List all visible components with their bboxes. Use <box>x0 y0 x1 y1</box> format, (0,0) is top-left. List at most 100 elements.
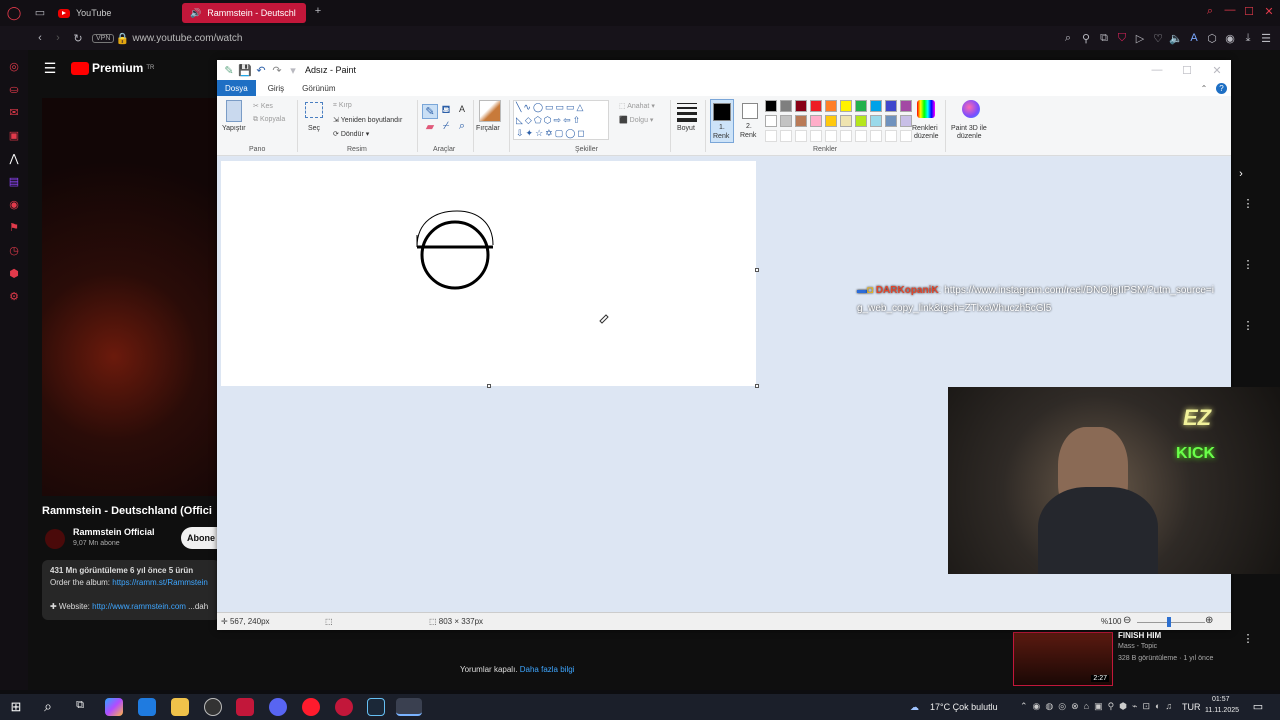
palette-swatch[interactable] <box>765 100 777 112</box>
brushes-button[interactable]: Fırçalar <box>476 125 500 132</box>
profile-icon[interactable]: ◉ <box>1222 32 1238 45</box>
zoom-slider-thumb[interactable] <box>1167 617 1171 627</box>
more-vert-icon[interactable]: ⋮ <box>1240 258 1256 271</box>
more-info-link[interactable]: Daha fazla bilgi <box>520 665 575 674</box>
palette-swatch[interactable] <box>900 115 912 127</box>
select-icon[interactable] <box>305 102 323 118</box>
more-vert-icon[interactable]: ⋮ <box>1240 319 1256 332</box>
paint3d-label2[interactable]: düzenle <box>957 133 982 140</box>
video-player[interactable] <box>42 98 222 496</box>
color-picker-icon[interactable]: ⌿ <box>438 120 454 133</box>
copilot-icon[interactable] <box>105 698 123 716</box>
voice-app-icon[interactable] <box>236 698 254 716</box>
crop-button[interactable]: ⌗ Kırp <box>333 102 352 110</box>
channel-name[interactable]: Rammstein Official <box>73 527 155 537</box>
minimize-icon[interactable]: — <box>1149 64 1165 76</box>
tab-view[interactable]: Görünüm <box>302 84 335 93</box>
shapes-gallery[interactable]: ╲∿◯▭▭▭△ ◺◇⬠⬡⇨⇦⇧ ⇩✦☆✡▢◯◻ <box>513 100 609 140</box>
bag-icon[interactable]: ⛀ <box>6 83 22 96</box>
minimize-icon[interactable]: — <box>1222 4 1238 16</box>
select-button[interactable]: Seç <box>308 125 320 132</box>
edge-icon[interactable] <box>138 698 156 716</box>
hamburger-icon[interactable]: ☰ <box>42 60 58 77</box>
palette-swatch-empty[interactable] <box>825 130 837 142</box>
help-icon[interactable]: ? <box>1216 82 1227 94</box>
bookmark-icon[interactable]: ⚑ <box>6 221 22 234</box>
notifications-icon[interactable]: ▭ <box>1250 700 1266 713</box>
resize-handle-right[interactable] <box>755 268 759 272</box>
edit-colors-label2[interactable]: düzenle <box>914 133 939 140</box>
tray-icons[interactable]: ⌃◉◍◎⊗⌂▣⚲⬢⌁⊡◐♫ <box>1020 701 1177 712</box>
discord-icon[interactable] <box>269 698 287 716</box>
resize-button[interactable]: ⇲ Yeniden boyutlandır <box>333 116 402 124</box>
maximize-icon[interactable]: ☐ <box>1241 5 1257 18</box>
magnifier-icon[interactable]: ⌕ <box>454 120 470 133</box>
obs-icon[interactable] <box>204 698 222 716</box>
kick-icon[interactable]: ⋀ <box>6 152 22 165</box>
text-icon[interactable]: A <box>454 104 470 114</box>
channel-avatar[interactable] <box>45 529 65 549</box>
twitch-icon[interactable]: ▤ <box>6 175 22 188</box>
edit-colors-icon[interactable] <box>917 100 935 118</box>
paint3d-icon[interactable] <box>962 100 980 118</box>
settings-icon[interactable]: ⚙ <box>6 290 22 303</box>
rotate-button[interactable]: ⟳ Döndür ▾ <box>333 130 369 138</box>
collapse-ribbon-icon[interactable]: ⌃ <box>1196 84 1212 93</box>
palette-swatch-empty[interactable] <box>900 130 912 142</box>
extensions-side-icon[interactable]: ⬢ <box>6 267 22 280</box>
pin-icon[interactable]: ⚲ <box>1078 32 1094 45</box>
palette-swatch[interactable] <box>900 100 912 112</box>
paint3d-label1[interactable]: Paint 3D ile <box>951 125 987 132</box>
palette-swatch[interactable] <box>825 115 837 127</box>
shield-icon[interactable]: ⛉ <box>1114 32 1130 45</box>
tab-file[interactable]: Dosya <box>217 80 256 96</box>
close-icon[interactable]: ✕ <box>1209 64 1225 77</box>
language-indicator[interactable]: TUR <box>1182 702 1201 712</box>
more-vert-icon[interactable]: ⋮ <box>1240 197 1256 210</box>
zoom-in-icon[interactable]: ⊕ <box>1205 615 1213 626</box>
opera-icon[interactable] <box>302 698 320 716</box>
palette-swatch[interactable] <box>870 100 882 112</box>
opera-logo-icon[interactable]: ◯ <box>6 5 22 21</box>
clock-time[interactable]: 01:57 <box>1212 696 1230 703</box>
redo-icon[interactable]: ↷ <box>269 64 285 77</box>
menu-icon[interactable]: ☰ <box>1258 32 1274 45</box>
task-view-icon[interactable]: ⧉ <box>72 699 88 712</box>
instagram-icon[interactable]: ▣ <box>6 129 22 142</box>
tab-overview-icon[interactable]: ▭ <box>32 6 48 19</box>
palette-swatch-empty[interactable] <box>870 130 882 142</box>
snapshot-icon[interactable]: ⧉ <box>1096 32 1112 45</box>
palette-swatch[interactable] <box>795 100 807 112</box>
zoom-out-icon[interactable]: ⊖ <box>1123 615 1131 626</box>
youtube-logo[interactable]: Premium TR <box>71 61 154 75</box>
palette-swatch[interactable] <box>885 115 897 127</box>
side-video-title[interactable]: FINISH HIM <box>1118 631 1161 640</box>
back-icon[interactable]: ‹ <box>32 32 48 44</box>
forward-icon[interactable]: › <box>50 32 66 44</box>
vpn-badge[interactable]: VPN <box>92 33 115 43</box>
palette-swatch[interactable] <box>795 115 807 127</box>
new-tab-icon[interactable]: + <box>310 5 326 17</box>
fill-icon[interactable]: ⛾ <box>438 104 454 118</box>
eraser-icon[interactable]: ▰ <box>422 120 438 133</box>
palette-swatch[interactable] <box>855 100 867 112</box>
extensions-icon[interactable]: ⬡ <box>1204 32 1220 45</box>
website-link[interactable]: http://www.rammstein.com <box>92 602 186 611</box>
paste-icon[interactable] <box>226 100 242 122</box>
drawing-canvas[interactable] <box>221 161 756 386</box>
size-button[interactable]: Boyut <box>677 125 695 132</box>
search-tabs-icon[interactable]: ⌕ <box>1202 5 1218 18</box>
cut-button[interactable]: ✂ Kes <box>253 102 273 110</box>
palette-swatch[interactable] <box>825 100 837 112</box>
palette-swatch[interactable] <box>780 100 792 112</box>
color1-button[interactable]: 1. Renk <box>710 99 734 143</box>
edit-colors-label1[interactable]: Renkleri <box>912 125 938 132</box>
translate-icon[interactable]: A <box>1186 32 1202 45</box>
pencil-icon[interactable]: ✎ <box>422 104 438 119</box>
palette-swatch-empty[interactable] <box>810 130 822 142</box>
opera-gx-icon[interactable] <box>335 698 353 716</box>
aria-icon[interactable]: ◎ <box>6 60 22 73</box>
zoom-slider[interactable] <box>1137 622 1205 623</box>
close-icon[interactable]: ✕ <box>1261 5 1277 18</box>
more-vert-icon[interactable]: ⋮ <box>1240 632 1256 645</box>
